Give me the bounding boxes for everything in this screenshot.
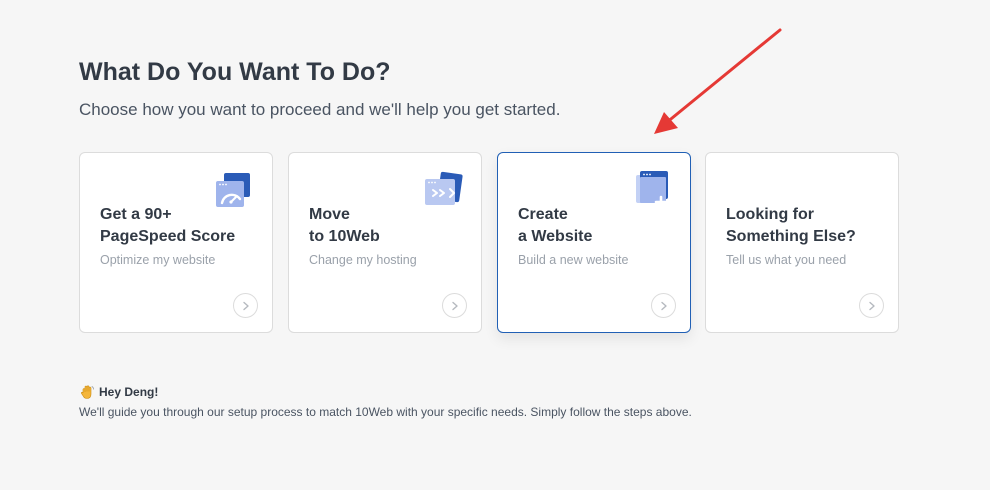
card-description: Optimize my website [100,253,216,267]
card-arrow-button[interactable] [651,293,676,318]
chevron-right-icon [868,301,875,310]
chevron-right-icon [660,301,667,310]
annotation-arrow-icon [654,28,782,134]
card-pagespeed[interactable]: Get a 90+ PageSpeed Score Optimize my we… [79,152,273,333]
card-arrow-button[interactable] [233,293,258,318]
page-title: What Do You Want To Do? [79,58,391,86]
card-title: Move to 10Web [309,206,380,245]
card-something-else[interactable]: Looking for Something Else? Tell us what… [705,152,899,333]
card-title: Create a Website [518,206,593,245]
page-subtitle: Choose how you want to proceed and we'll… [79,100,561,119]
card-migrate[interactable]: Move to 10Web Change my hosting [288,152,482,333]
card-description: Tell us what you need [726,253,847,267]
card-arrow-button[interactable] [859,293,884,318]
chevron-right-icon [451,301,458,310]
card-arrow-button[interactable] [442,293,467,318]
greeting-text: Hey Deng! [99,385,159,399]
card-description: Change my hosting [309,253,417,267]
card-title: Get a 90+ PageSpeed Score [100,206,236,245]
guide-message: We'll guide you through our setup proces… [79,405,692,419]
option-cards: Get a 90+ PageSpeed Score Optimize my we… [79,152,899,333]
card-create-website[interactable]: Create a Website Build a new website [497,152,691,333]
card-title: Looking for Something Else? [726,206,856,245]
waving-hand-icon [81,385,94,399]
greeting: Hey Deng! [79,384,158,400]
card-description: Build a new website [518,253,629,267]
chevron-right-icon [242,301,249,310]
